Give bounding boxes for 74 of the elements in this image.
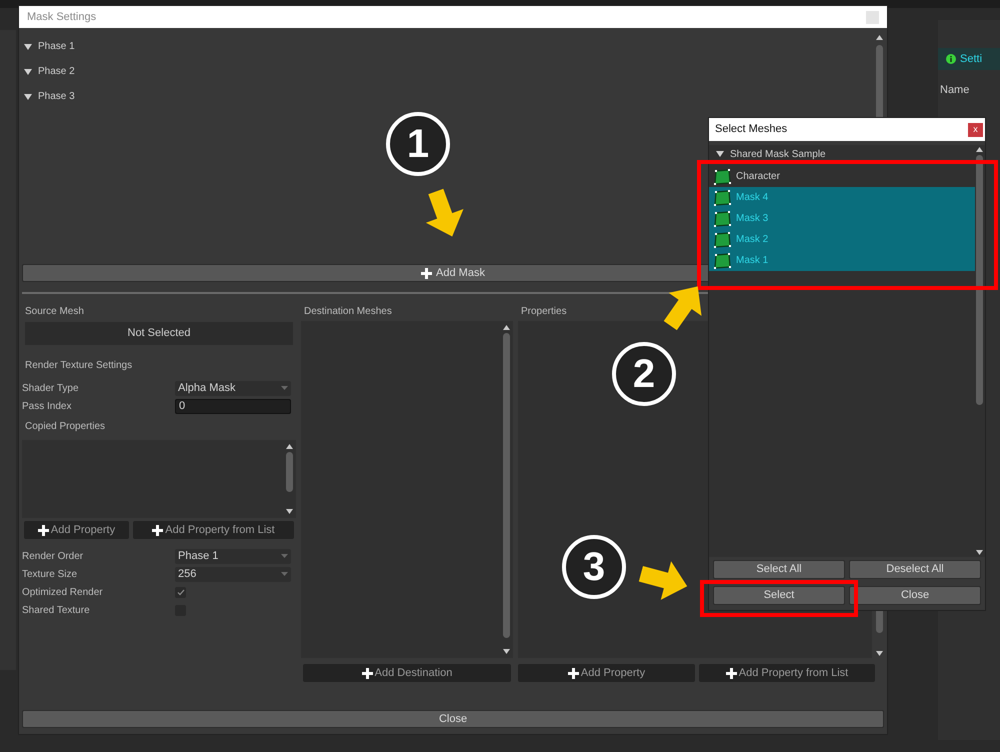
dropdown[interactable]: Alpha Mask [175,380,291,396]
expanded-triangle-icon[interactable] [716,150,724,158]
section-heading: Render Texture Settings [24,359,134,373]
expanded-triangle-icon[interactable] [24,42,32,50]
phase-item[interactable]: Phase 2 [24,59,875,84]
mesh-icon [714,210,731,226]
expanded-triangle-icon[interactable] [24,92,32,100]
phase-item[interactable]: Phase 1 [24,34,875,59]
field-label: Texture Size [22,568,78,582]
expanded-triangle-icon[interactable] [24,68,32,76]
section-heading: Properties [520,305,568,319]
scroll-down-icon[interactable] [976,550,983,555]
mesh-item[interactable]: Mask 4 [709,187,975,208]
scroll-up-icon[interactable] [876,35,883,40]
scroll-thumb[interactable] [503,333,510,638]
plus-icon [152,524,164,536]
plus-icon [421,268,432,278]
scroll-down-icon[interactable] [286,509,293,514]
phase-item[interactable]: Phase 3 [24,84,875,109]
caret-icon [281,554,288,558]
scroll-up-icon[interactable] [976,147,983,152]
caret-icon [281,572,288,576]
scroll-thumb[interactable] [286,452,293,492]
caret-icon [281,386,288,390]
dialog-button[interactable]: Select [713,586,845,605]
mesh-item[interactable]: Mask 2 [709,229,975,250]
mesh-item[interactable]: Mask 3 [709,208,975,229]
input-field[interactable]: 0 [175,398,291,414]
group-label: Shared Mask Sample [730,148,826,160]
panel-tab[interactable]: Setti [938,48,1000,70]
plus-icon [38,524,49,536]
source-mesh-field[interactable]: Not Selected [25,322,293,345]
add-button[interactable]: Add Property from List [133,521,294,539]
close-button[interactable]: Close [22,710,884,728]
scroll-thumb[interactable] [976,155,983,405]
info-icon [946,54,956,64]
section-heading: Destination Meshes [303,305,393,319]
scrollbar[interactable] [285,442,294,516]
mesh-icon [714,252,731,268]
dropdown[interactable]: 256 [175,566,291,582]
field-label: Shared Texture [22,604,91,618]
mesh-icon [714,168,731,184]
mesh-item[interactable]: Mask 1 [709,250,975,271]
window-title: Mask Settings [27,10,96,25]
plus-icon [726,668,737,678]
plus-icon [362,668,373,678]
field-label: Pass Index [22,400,72,414]
add-button[interactable]: Add Property from List [699,664,875,682]
add-button[interactable]: Add Property [24,521,129,539]
dialog-button[interactable]: Deselect All [849,560,981,579]
add-button[interactable]: Add Property [518,664,695,682]
close-x-button[interactable]: x [968,122,983,136]
plus-icon [568,668,579,678]
field-label: Optimized Render [22,586,104,600]
column-header: Name [939,83,970,98]
mesh-item[interactable]: Character [709,166,975,187]
dialog-button[interactable]: Select All [713,560,845,579]
add-button[interactable]: Add Destination [303,664,511,682]
scroll-up-icon[interactable] [503,325,510,330]
scroll-down-icon[interactable] [503,649,510,654]
scroll-down-icon[interactable] [876,651,883,656]
section-heading: Source Mesh [24,305,85,319]
checkbox[interactable] [175,586,186,598]
scrollbar[interactable] [502,323,511,656]
field-label: Render Order [22,550,84,564]
mesh-icon [714,232,731,248]
window-title: Select Meshes [715,122,788,138]
scroll-up-icon[interactable] [286,444,293,449]
field-label: Shader Type [22,382,80,396]
dropdown[interactable]: Phase 1 [175,548,291,564]
scrollbar[interactable] [975,145,984,557]
mesh-icon [714,190,731,206]
dialog-button[interactable]: Close [849,586,981,605]
section-heading: Copied Properties [24,420,106,434]
